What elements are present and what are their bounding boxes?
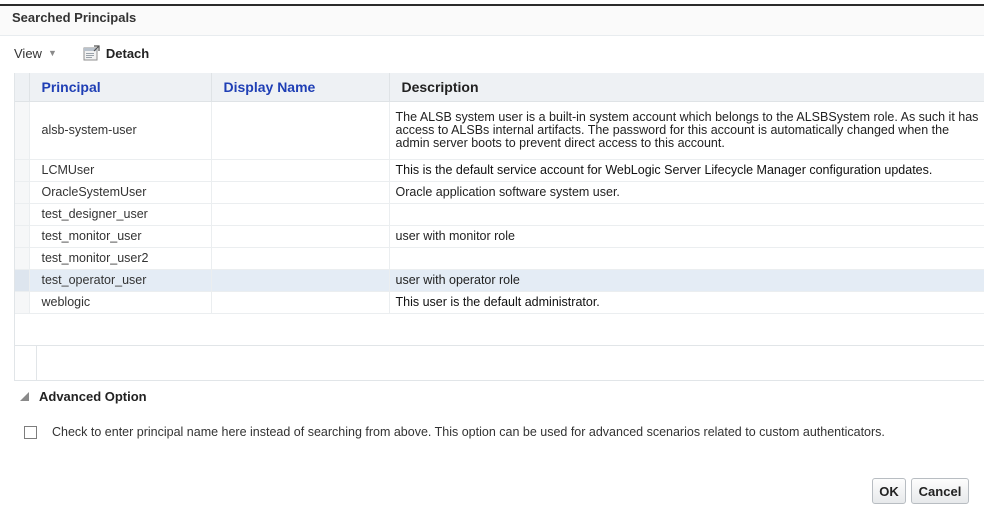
column-header-principal[interactable]: Principal <box>29 73 212 102</box>
principal-cell: test_monitor_user <box>29 225 212 248</box>
description-cell: user with monitor role <box>389 225 984 248</box>
view-menu[interactable]: View ▼ <box>14 46 57 61</box>
table-row[interactable]: test_monitor_user2 <box>15 247 984 270</box>
display-name-cell <box>211 291 390 314</box>
table-row-selected[interactable]: test_operator_user user with operator ro… <box>15 269 984 292</box>
row-selector[interactable] <box>15 247 30 270</box>
row-selector[interactable] <box>15 159 30 182</box>
principal-cell: test_designer_user <box>29 203 212 226</box>
row-selector[interactable] <box>15 203 30 226</box>
cancel-button[interactable]: Cancel <box>911 478 969 504</box>
display-name-cell <box>211 247 390 270</box>
description-cell: user with operator role <box>389 269 984 292</box>
principal-cell: alsb-system-user <box>29 101 212 160</box>
description-cell: The ALSB system user is a built-in syste… <box>389 101 984 160</box>
ok-button[interactable]: OK <box>872 478 906 504</box>
table-row[interactable]: alsb-system-user The ALSB system user is… <box>15 101 984 160</box>
display-name-cell <box>211 159 390 182</box>
table-row[interactable]: OracleSystemUser Oracle application soft… <box>15 181 984 204</box>
row-selector[interactable] <box>15 181 30 204</box>
row-selector[interactable] <box>15 225 30 248</box>
display-name-cell <box>211 101 390 160</box>
section-header: Searched Principals <box>0 6 984 36</box>
row-selector[interactable] <box>15 291 30 314</box>
description-cell <box>389 203 984 226</box>
principal-cell: test_operator_user <box>29 269 212 292</box>
advanced-option-row: Check to enter principal name here inste… <box>24 425 885 439</box>
footer-divider <box>36 346 37 380</box>
principal-cell: OracleSystemUser <box>29 181 212 204</box>
display-name-cell <box>211 203 390 226</box>
table-row[interactable]: test_designer_user <box>15 203 984 226</box>
column-header-description: Description <box>389 73 984 102</box>
table-toolbar: View ▼ Detach <box>14 41 149 65</box>
detach-label: Detach <box>105 45 150 61</box>
description-cell: Oracle application software system user. <box>389 181 984 204</box>
manual-principal-checkbox[interactable] <box>24 425 37 439</box>
dropdown-arrow-icon: ▼ <box>47 48 57 58</box>
advanced-option-title: Advanced Option <box>39 389 147 404</box>
section-title: Searched Principals <box>12 10 137 25</box>
display-name-cell <box>211 181 390 204</box>
display-name-cell <box>211 225 390 248</box>
table-row[interactable]: test_monitor_user user with monitor role <box>15 225 984 248</box>
principal-cell: test_monitor_user2 <box>29 247 212 270</box>
description-cell <box>389 247 984 270</box>
description-cell: This is the default service account for … <box>389 159 984 182</box>
column-header-display-name[interactable]: Display Name <box>211 73 390 102</box>
principal-cell: LCMUser <box>29 159 212 182</box>
collapse-triangle-icon <box>20 392 29 401</box>
row-selector[interactable] <box>15 101 30 160</box>
detach-icon <box>83 45 100 61</box>
table-row[interactable]: LCMUser This is the default service acco… <box>15 159 984 182</box>
selector-column-header <box>15 73 30 102</box>
table-footer <box>14 345 984 381</box>
row-selector[interactable] <box>15 269 30 292</box>
principal-cell: weblogic <box>29 291 212 314</box>
advanced-option-toggle[interactable]: Advanced Option <box>20 389 147 404</box>
table-header-row: Principal Display Name Description <box>15 73 984 102</box>
manual-principal-label: Check to enter principal name here inste… <box>52 425 885 439</box>
table-row[interactable]: weblogic This user is the default admini… <box>15 291 984 314</box>
view-menu-label: View <box>14 45 42 61</box>
display-name-cell <box>211 269 390 292</box>
description-cell: This user is the default administrator. <box>389 291 984 314</box>
principals-table: Principal Display Name Description alsb-… <box>14 73 984 381</box>
detach-button[interactable]: Detach <box>83 45 149 61</box>
